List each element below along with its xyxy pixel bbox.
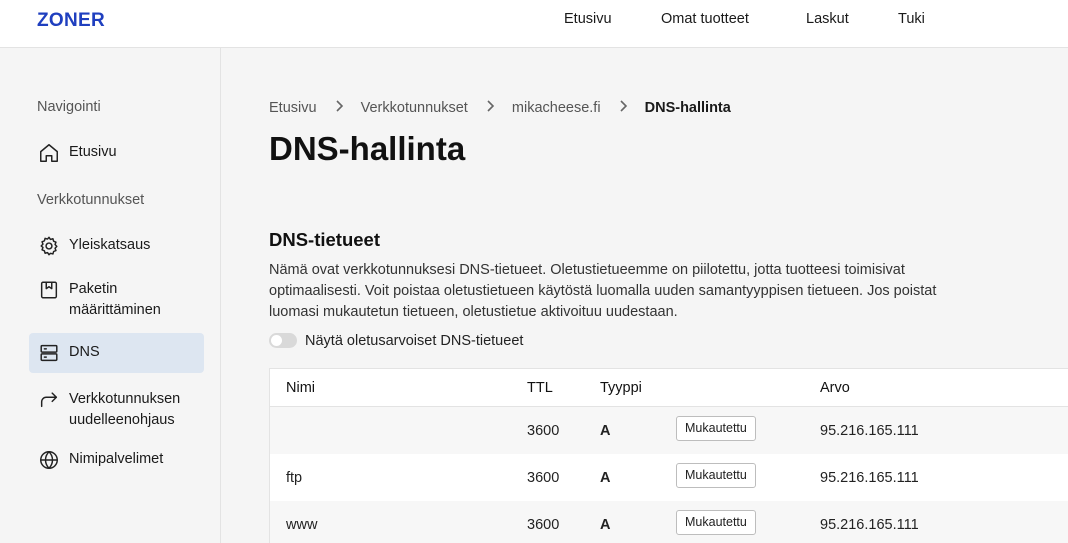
redirect-arrow-icon: [38, 389, 60, 411]
main-content: Etusivu Verkkotunnukset mikacheese.fi DN…: [221, 48, 1068, 543]
sidebar-item-domain-redirect[interactable]: Verkkotunnuksen uudelleenohjaus: [29, 386, 204, 434]
record-ttl: 3600: [527, 517, 560, 533]
sidebar-item-overview[interactable]: Yleiskatsaus: [29, 230, 204, 262]
dns-records-table: Nimi TTL Tyyppi Arvo 3600 A Mukautettu 9…: [269, 368, 1068, 543]
package-icon: [38, 279, 60, 301]
custom-badge: Mukautettu: [676, 463, 756, 488]
nav-link-omat-tuotteet[interactable]: Omat tuotteet: [661, 11, 749, 27]
nav-link-laskut[interactable]: Laskut: [806, 11, 849, 27]
record-name: www: [286, 517, 318, 533]
breadcrumb-link-etusivu[interactable]: Etusivu: [269, 100, 317, 116]
sidebar-item-home[interactable]: Etusivu: [29, 137, 204, 169]
breadcrumb: Etusivu Verkkotunnukset mikacheese.fi DN…: [269, 100, 731, 116]
breadcrumb-link-domain[interactable]: mikacheese.fi: [512, 100, 601, 116]
custom-badge: Mukautettu: [676, 416, 756, 441]
column-header-name: Nimi: [286, 380, 315, 396]
top-bar: ZONER Etusivu Omat tuotteet Laskut Tuki: [0, 0, 1068, 48]
server-icon: [38, 342, 60, 364]
record-value: 95.216.165.111: [820, 517, 919, 533]
logo[interactable]: ZONER: [37, 10, 105, 32]
table-header: Nimi TTL Tyyppi Arvo: [270, 369, 1068, 407]
sidebar-item-label: Nimipalvelimet: [69, 451, 164, 467]
column-header-type: Tyyppi: [600, 380, 642, 396]
show-default-records-toggle[interactable]: [269, 333, 297, 348]
record-type: A: [600, 423, 611, 439]
sidebar-heading-navigation: Navigointi: [37, 99, 101, 115]
table-row[interactable]: ftp 3600 A Mukautettu 95.216.165.111: [270, 454, 1068, 501]
nav-link-etusivu[interactable]: Etusivu: [564, 11, 612, 27]
chevron-right-icon: [334, 100, 344, 116]
page-title: DNS-hallinta: [269, 130, 466, 167]
record-ttl: 3600: [527, 470, 560, 486]
record-type: A: [600, 517, 611, 533]
column-header-value: Arvo: [820, 380, 850, 396]
sidebar-item-label: Paketin määrittäminen: [69, 281, 161, 318]
breadcrumb-current: DNS-hallinta: [644, 100, 731, 117]
table-row[interactable]: 3600 A Mukautettu 95.216.165.111: [270, 407, 1068, 454]
sidebar-item-label: DNS: [69, 344, 100, 360]
custom-badge: Mukautettu: [676, 510, 756, 535]
sidebar-item-dns[interactable]: DNS: [29, 333, 204, 373]
breadcrumb-link-verkkotunnukset[interactable]: Verkkotunnukset: [361, 100, 468, 116]
sidebar-item-label: Yleiskatsaus: [69, 237, 151, 253]
column-header-ttl: TTL: [527, 380, 553, 396]
chevron-right-icon: [485, 100, 495, 116]
sidebar-item-label: Verkkotunnuksen uudelleenohjaus: [69, 391, 181, 428]
table-row[interactable]: www 3600 A Mukautettu 95.216.165.111: [270, 501, 1068, 543]
record-value: 95.216.165.111: [820, 423, 919, 439]
record-type: A: [600, 470, 611, 486]
sidebar-item-nameservers[interactable]: Nimipalvelimet: [29, 444, 204, 476]
record-name: ftp: [286, 470, 303, 486]
nav-link-tuki[interactable]: Tuki: [898, 11, 925, 27]
chevron-right-icon: [618, 100, 628, 116]
sidebar: Navigointi Etusivu Verkkotunnukset Yleis…: [0, 48, 221, 543]
sidebar-heading-domains: Verkkotunnukset: [37, 192, 145, 208]
section-title: DNS-tietueet: [269, 229, 381, 250]
record-value: 95.216.165.111: [820, 470, 919, 486]
section-description: Nämä ovat verkkotunnuksesi DNS-tietueet.…: [269, 262, 937, 320]
toggle-label: Näytä oletusarvoiset DNS-tietueet: [305, 333, 524, 349]
home-icon: [38, 142, 60, 164]
gear-icon: [38, 235, 60, 257]
toggle-knob: [271, 335, 282, 346]
globe-icon: [38, 449, 60, 471]
sidebar-item-package-setup[interactable]: Paketin määrittäminen: [29, 276, 204, 324]
record-ttl: 3600: [527, 423, 560, 439]
sidebar-item-label: Etusivu: [69, 144, 117, 160]
